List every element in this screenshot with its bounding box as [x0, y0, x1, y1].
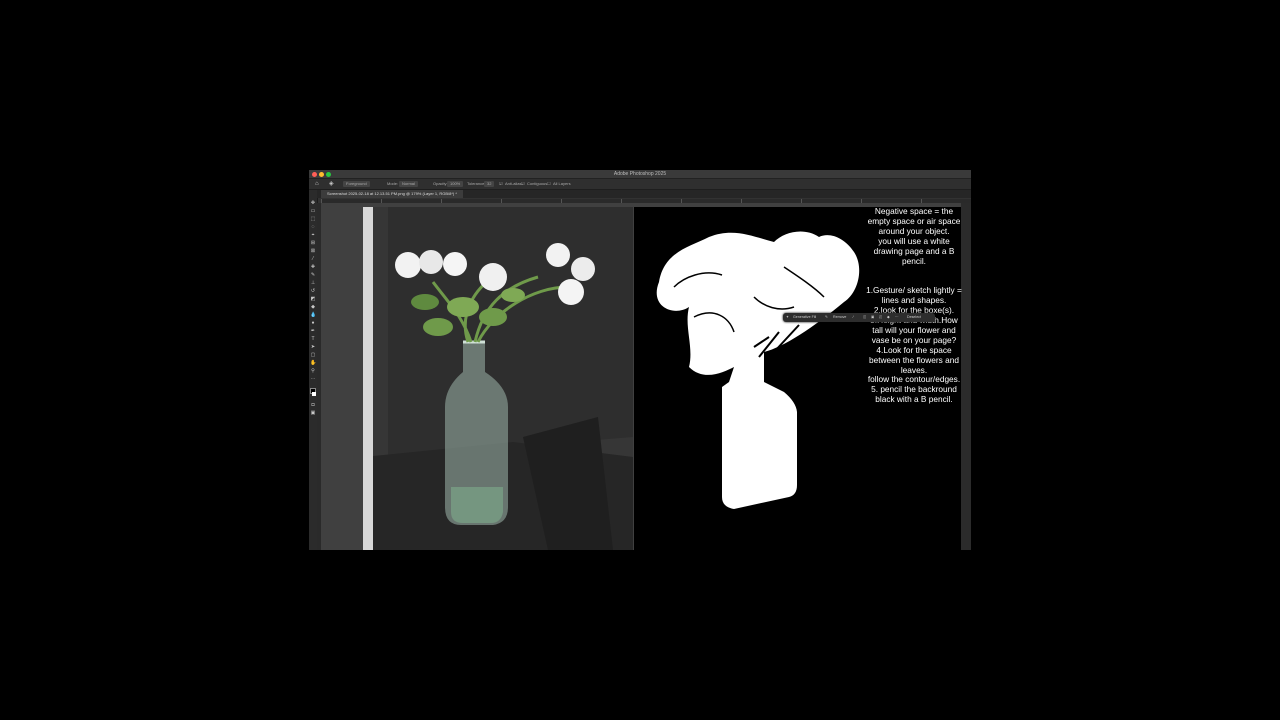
title-bar: Adobe Photoshop 2025 — [309, 170, 971, 179]
fill-icon[interactable]: ◆ — [887, 313, 890, 322]
history-brush-tool-icon[interactable]: ↺ — [310, 288, 316, 294]
quick-mask-icon[interactable]: ◘ — [310, 402, 316, 408]
move-tool-icon[interactable]: ✥ — [310, 200, 316, 206]
hand-tool-icon[interactable]: ✋ — [310, 360, 316, 366]
marquee-tool-icon[interactable]: ⬚ — [310, 216, 316, 222]
transform-icon[interactable]: ◰ — [879, 313, 882, 322]
anti-alias-label: Anti-alias — [505, 181, 522, 186]
anti-alias-checkbox[interactable]: ☑ — [499, 179, 503, 189]
more-options-icon[interactable]: ⋯ — [895, 313, 899, 322]
paint-bucket-tool-icon[interactable]: ◆ — [310, 304, 316, 310]
pen-tool-icon[interactable]: ✒ — [310, 328, 316, 334]
document-tab[interactable]: Screenshot 2025-02-18 at 12.13.51 PM.png… — [321, 190, 463, 198]
background-color-swatch[interactable] — [312, 392, 316, 396]
invert-selection-icon[interactable]: ▣ — [871, 313, 874, 322]
all-layers-checkbox[interactable]: ☐ — [547, 179, 551, 189]
healing-brush-tool-icon[interactable]: ✚ — [310, 264, 316, 270]
rectangle-tool-icon[interactable]: ▢ — [310, 352, 316, 358]
path-selection-tool-icon[interactable]: ➤ — [310, 344, 316, 350]
opacity-input[interactable]: 100% — [447, 181, 464, 187]
contextual-task-bar: ✦ Generative Fill ✎ Remove ⁄ ◫ ▣ ◰ ◆ ⋯ D… — [783, 313, 935, 322]
mode-select[interactable]: Normal — [399, 181, 418, 187]
options-bar: ⌂ ◈ Foreground Mode: Normal Opacity: 100… — [309, 179, 971, 190]
brush-tool-icon[interactable]: ✎ — [310, 272, 316, 278]
clone-stamp-tool-icon[interactable]: ⊥ — [310, 280, 316, 286]
crop-tool-icon[interactable]: ⊞ — [310, 240, 316, 246]
reference-photo — [363, 207, 633, 550]
contiguous-label: Contiguous — [527, 181, 548, 186]
tolerance-label: Tolerance: — [467, 181, 486, 186]
zoom-tool-icon[interactable]: ⚲ — [310, 368, 316, 374]
frame-tool-icon[interactable]: ⊠ — [310, 248, 316, 254]
tolerance-input[interactable]: 32 — [484, 181, 495, 187]
artboard-tool-icon[interactable]: ▭ — [310, 208, 316, 214]
more-tools-icon[interactable]: ⋯ — [310, 376, 316, 382]
contiguous-checkbox[interactable]: ☑ — [521, 179, 525, 189]
mode-label: Mode: — [387, 181, 399, 186]
deselect-button[interactable]: Deselect — [907, 313, 921, 322]
dodge-tool-icon[interactable]: ● — [310, 320, 316, 326]
eraser-tool-icon[interactable]: ◩ — [310, 296, 316, 302]
generative-fill-button[interactable]: Generative Fill — [793, 313, 816, 322]
negative-space-instructions: Negative space = the empty space or air … — [866, 206, 962, 405]
type-tool-icon[interactable]: T — [310, 336, 316, 342]
reference-photo-art — [363, 207, 633, 550]
brush-adjust-icon[interactable]: ⁄ — [853, 313, 854, 322]
object-selection-tool-icon[interactable]: ⌖ — [310, 232, 316, 238]
eyedropper-tool-icon[interactable]: ⁄ — [310, 256, 316, 262]
document-canvas[interactable] — [321, 203, 961, 550]
generative-fill-icon[interactable]: ✦ — [786, 313, 789, 322]
vertical-scrollbar[interactable] — [961, 203, 971, 550]
remove-icon[interactable]: ✎ — [825, 313, 828, 322]
home-icon[interactable]: ⌂ — [315, 179, 319, 189]
paint-bucket-icon[interactable]: ◈ — [329, 179, 334, 189]
mask-icon[interactable]: ◫ — [863, 313, 866, 322]
screen-mode-icon[interactable]: ▣ — [310, 410, 316, 416]
lasso-tool-icon[interactable]: ◌ — [310, 224, 316, 230]
all-layers-label: All Layers — [553, 181, 571, 186]
app-title: Adobe Photoshop 2025 — [613, 171, 667, 177]
remove-button[interactable]: Remove — [833, 313, 846, 322]
document-tab-bar: Screenshot 2025-02-18 at 12.13.51 PM.png… — [317, 190, 971, 198]
fill-source-select[interactable]: Foreground — [343, 181, 370, 187]
blur-tool-icon[interactable]: 💧 — [310, 312, 316, 318]
opacity-label: Opacity: — [433, 181, 448, 186]
